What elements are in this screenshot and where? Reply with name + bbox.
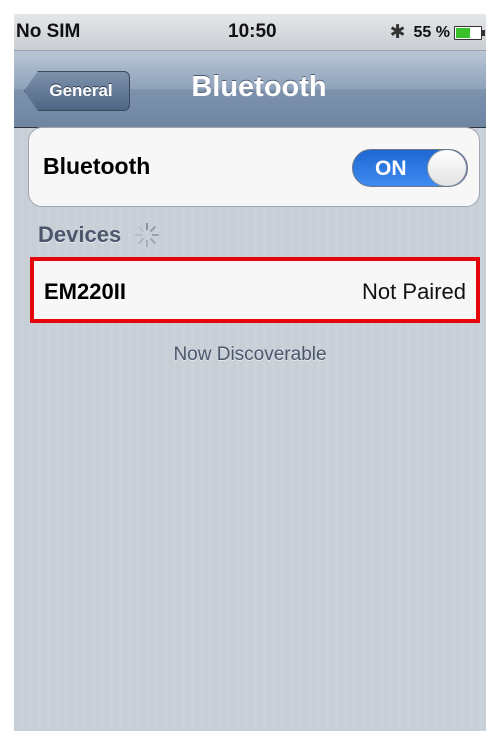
battery-icon bbox=[454, 25, 485, 40]
device-pairing-status: Not Paired bbox=[362, 279, 466, 304]
status-bar: No SIM 10:50 ✱ 55 % bbox=[14, 14, 486, 51]
toggle-knob bbox=[427, 150, 467, 186]
bluetooth-toggle-row: Bluetooth ON bbox=[28, 127, 480, 207]
back-button-general[interactable]: General bbox=[24, 71, 130, 111]
devices-section-header: Devices bbox=[38, 222, 160, 248]
status-right: ✱ 55 % bbox=[389, 21, 485, 44]
devices-header-label: Devices bbox=[38, 222, 122, 247]
discoverable-status: Now Discoverable bbox=[173, 344, 327, 365]
bluetooth-icon: ✱ bbox=[389, 22, 406, 43]
page-title: Bluetooth bbox=[191, 71, 327, 103]
carrier-label: No SIM bbox=[16, 21, 81, 42]
ios-screen: No SIM 10:50 ✱ 55 % General Bluetooth Bl… bbox=[14, 14, 486, 731]
bluetooth-row-label: Bluetooth bbox=[43, 153, 151, 179]
bluetooth-toggle-switch[interactable]: ON bbox=[352, 149, 468, 187]
navigation-bar: General Bluetooth bbox=[14, 51, 486, 128]
battery-fill bbox=[456, 27, 471, 38]
device-name: EM220II bbox=[44, 279, 126, 304]
status-time: 10:50 bbox=[228, 21, 277, 42]
device-row-em220ii[interactable]: EM220II Not Paired bbox=[30, 257, 480, 323]
toggle-state-label: ON bbox=[375, 157, 407, 180]
loading-spinner-icon bbox=[135, 223, 160, 247]
battery-percent: 55 % bbox=[413, 23, 450, 41]
